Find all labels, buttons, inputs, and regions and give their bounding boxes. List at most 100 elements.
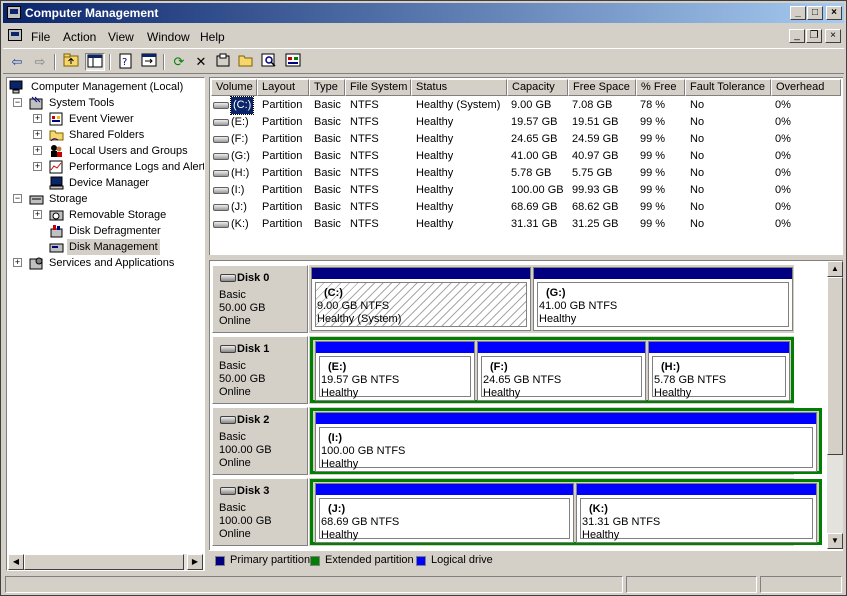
mdi-minimize-button[interactable]: _: [789, 29, 805, 43]
expand-toggle[interactable]: +: [33, 130, 42, 139]
column-header-volume[interactable]: Volume: [211, 79, 257, 96]
scroll-thumb[interactable]: [24, 554, 184, 570]
disk-view-vertical-scrollbar[interactable]: ▲ ▼: [827, 261, 843, 549]
disk-2-label[interactable]: Disk 2 Basic 100.00 GB Online: [212, 407, 308, 475]
tree-item-shared-folders[interactable]: + Shared Folders: [33, 127, 203, 143]
cell-status: Healthy: [416, 199, 453, 216]
search-icon[interactable]: [259, 53, 279, 71]
properties-icon[interactable]: ?: [116, 53, 136, 71]
menu-window[interactable]: Window: [147, 30, 190, 44]
maximize-button[interactable]: □: [807, 6, 823, 20]
mdi-restore-button[interactable]: ❐: [806, 29, 822, 43]
cell-capacity: 5.78 GB: [511, 165, 551, 182]
column-header-overhead[interactable]: Overhead: [771, 79, 841, 96]
tree-item-device-manager[interactable]: Device Manager: [33, 175, 203, 191]
extended-partition[interactable]: (J:) 68.69 GB NTFS Healthy (K:) 31.31 GB…: [310, 479, 822, 545]
back-icon[interactable]: ⇦: [7, 53, 27, 71]
tree-item-services-applications[interactable]: + Services and Applications: [13, 255, 203, 271]
scroll-right-button[interactable]: ▶: [187, 554, 203, 570]
menu-help[interactable]: Help: [200, 30, 225, 44]
partition-h[interactable]: (H:) 5.78 GB NTFS Healthy: [648, 341, 790, 401]
partition-j[interactable]: (J:) 68.69 GB NTFS Healthy: [315, 483, 574, 543]
cell-volume: (F:): [231, 131, 248, 148]
scroll-left-button[interactable]: ◀: [8, 554, 24, 570]
expand-toggle[interactable]: +: [33, 146, 42, 155]
partition-size: 31.31 GB NTFS: [582, 516, 660, 528]
tree-item-performance-logs[interactable]: + Performance Logs and Alerts: [33, 159, 203, 175]
partition-c[interactable]: (C:) 9.00 GB NTFS Healthy (System): [311, 267, 531, 331]
column-header-capacity[interactable]: Capacity: [507, 79, 568, 96]
export-icon[interactable]: [139, 53, 159, 71]
table-row[interactable]: (J:)PartitionBasicNTFSHealthy68.69 GB68.…: [211, 199, 841, 216]
close-button[interactable]: ×: [826, 6, 842, 20]
disk-0-partitions: (C:) 9.00 GB NTFS Healthy (System) (G:) …: [309, 265, 794, 333]
partition-f[interactable]: (F:) 24.65 GB NTFS Healthy: [477, 341, 646, 401]
title-bar[interactable]: Computer Management _ □ ×: [3, 3, 844, 23]
mdi-close-button[interactable]: ×: [825, 29, 841, 43]
cell-free-space: 7.08 GB: [572, 97, 612, 114]
tree-item-storage[interactable]: − Storage: [13, 191, 203, 207]
partition-legend: Primary partition Extended partition Log…: [209, 550, 843, 570]
column-header-status[interactable]: Status: [411, 79, 507, 96]
partition-k[interactable]: (K:) 31.31 GB NTFS Healthy: [576, 483, 817, 543]
tree-item-disk-management[interactable]: Disk Management: [33, 239, 203, 255]
expand-toggle[interactable]: +: [33, 162, 42, 171]
extended-partition[interactable]: (E:) 19.57 GB NTFS Healthy (F:) 24.65 GB…: [310, 337, 794, 403]
tree-item-event-viewer[interactable]: + Event Viewer: [33, 111, 203, 127]
table-row[interactable]: (G:)PartitionBasicNTFSHealthy41.00 GB40.…: [211, 148, 841, 165]
scroll-down-button[interactable]: ▼: [827, 533, 843, 549]
collapse-toggle[interactable]: −: [13, 98, 22, 107]
menu-file[interactable]: File: [31, 30, 50, 44]
show-hide-tree-icon[interactable]: [85, 53, 105, 71]
partition-i[interactable]: (I:) 100.00 GB NTFS Healthy: [315, 412, 817, 472]
table-row[interactable]: (C:)PartitionBasicNTFSHealthy (System)9.…: [211, 97, 841, 114]
refresh-icon[interactable]: ⟳: [169, 53, 189, 71]
tree-item-local-users[interactable]: + Local Users and Groups: [33, 143, 203, 159]
column-header-type[interactable]: Type: [309, 79, 345, 96]
minimize-button[interactable]: _: [790, 6, 806, 20]
scroll-up-button[interactable]: ▲: [827, 261, 843, 277]
cell-status: Healthy: [416, 182, 453, 199]
partition-g[interactable]: (G:) 41.00 GB NTFS Healthy: [533, 267, 793, 331]
tree-item-disk-defragmenter[interactable]: Disk Defragmenter: [33, 223, 203, 239]
table-row[interactable]: (H:)PartitionBasicNTFSHealthy5.78 GB5.75…: [211, 165, 841, 182]
tree-item-system-tools[interactable]: − System Tools: [13, 95, 203, 111]
cell-layout: Partition: [262, 131, 302, 148]
column-header-free-space[interactable]: Free Space: [568, 79, 636, 96]
tree-item-computer-management[interactable]: Computer Management (Local): [9, 79, 204, 95]
expand-toggle[interactable]: +: [13, 258, 22, 267]
table-row[interactable]: (F:)PartitionBasicNTFSHealthy24.65 GB24.…: [211, 131, 841, 148]
help-icon[interactable]: [213, 53, 233, 71]
column-header-file-system[interactable]: File System: [345, 79, 411, 96]
collapse-toggle[interactable]: −: [13, 194, 22, 203]
table-row[interactable]: (I:)PartitionBasicNTFSHealthy100.00 GB99…: [211, 182, 841, 199]
tree-item-removable-storage[interactable]: + Removable Storage: [33, 207, 203, 223]
tree-label-selected: Disk Management: [67, 239, 160, 255]
table-row[interactable]: (E:)PartitionBasicNTFSHealthy19.57 GB19.…: [211, 114, 841, 131]
toolbar: ⇦ ⇨ ? ⟳ ✕: [3, 48, 844, 74]
window-title: Computer Management: [25, 6, 158, 20]
cell-overhead: 0%: [775, 216, 791, 233]
disk-1-label[interactable]: Disk 1 Basic 50.00 GB Online: [212, 336, 308, 404]
forward-icon[interactable]: ⇨: [30, 53, 50, 71]
system-menu-icon[interactable]: [8, 29, 22, 41]
scroll-thumb[interactable]: [827, 277, 843, 455]
tree-horizontal-scrollbar[interactable]: ◀ ▶: [8, 554, 203, 570]
disk-0-label[interactable]: Disk 0 Basic 50.00 GB Online: [212, 265, 308, 333]
disk-3-label[interactable]: Disk 3 Basic 100.00 GB Online: [212, 478, 308, 546]
column-header-percent-free[interactable]: % Free: [636, 79, 685, 96]
extended-partition[interactable]: (I:) 100.00 GB NTFS Healthy: [310, 408, 822, 474]
menu-action[interactable]: Action: [63, 30, 96, 44]
expand-toggle[interactable]: +: [33, 210, 42, 219]
cell-type: Basic: [314, 114, 341, 131]
up-folder-icon[interactable]: [61, 53, 81, 71]
partition-e[interactable]: (E:) 19.57 GB NTFS Healthy: [315, 341, 475, 401]
table-row[interactable]: (K:)PartitionBasicNTFSHealthy31.31 GB31.…: [211, 216, 841, 233]
column-header-layout[interactable]: Layout: [257, 79, 309, 96]
delete-icon[interactable]: ✕: [191, 53, 211, 71]
settings-icon[interactable]: [283, 53, 303, 71]
open-icon[interactable]: [236, 53, 256, 71]
menu-view[interactable]: View: [108, 30, 134, 44]
expand-toggle[interactable]: +: [33, 114, 42, 123]
column-header-fault-tolerance[interactable]: Fault Tolerance: [685, 79, 771, 96]
